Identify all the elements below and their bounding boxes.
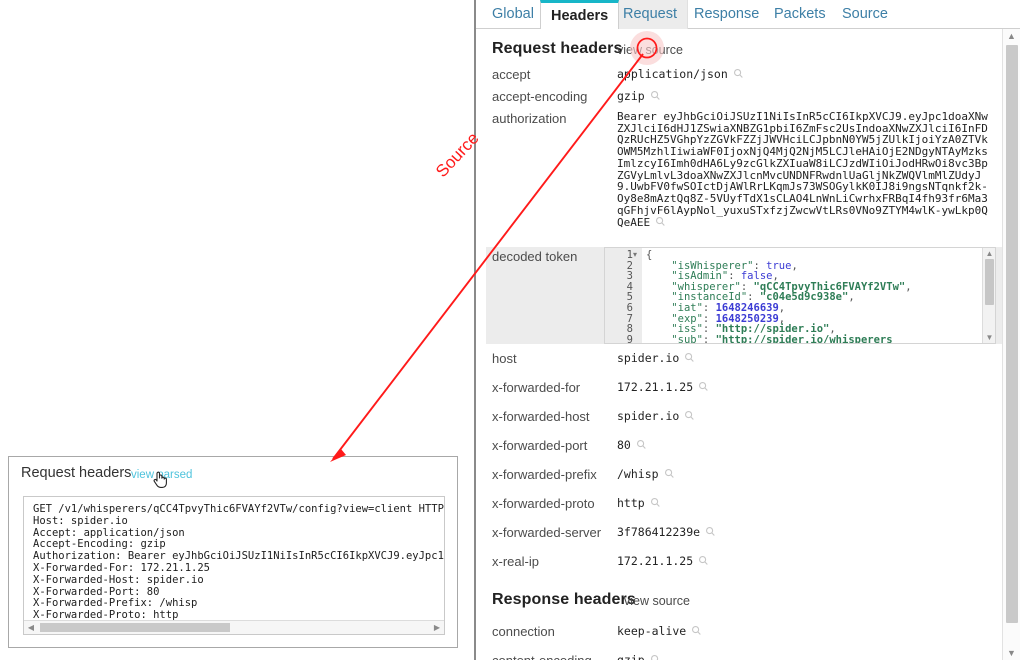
tab-packets[interactable]: Packets [764,0,836,29]
header-key: x-forwarded-prefix [492,467,597,482]
search-icon[interactable] [684,410,695,421]
raw-source-box[interactable]: GET /v1/whisperers/qCC4TpvyThic6FVAYf2VT… [23,496,445,635]
fold-toggle-icon[interactable]: ▾ [633,250,637,261]
json-line-number: 2 [626,259,633,272]
scroll-left-icon[interactable]: ◀ [25,621,37,634]
header-value: spider.io [617,351,695,365]
decoded-token-row: decoded token 123456789 ▾ { "isWhisperer… [476,247,1004,344]
horizontal-scrollbar[interactable]: ◀ ▶ [24,620,444,634]
scroll-down-icon[interactable]: ▼ [985,333,994,342]
header-value: spider.io [617,409,695,423]
header-value: 80 [617,438,647,452]
header-value: gzip [617,89,661,103]
header-value: http [617,496,661,510]
search-icon[interactable] [650,497,661,508]
json-scrollbar[interactable]: ▲ ▼ [982,248,995,343]
tab-response[interactable]: Response [684,0,769,29]
tab-global[interactable]: Global [482,0,544,29]
scroll-up-icon[interactable]: ▲ [985,249,994,258]
header-key: accept [492,67,531,82]
search-icon[interactable] [684,352,695,363]
json-line-number: 5 [626,291,633,304]
header-key: host [492,351,517,366]
header-key: x-forwarded-port [492,438,588,453]
header-key: content-encoding [492,653,592,660]
table-row: connection keep-alive [476,624,1004,645]
table-row: content-encoding gzip [476,653,1004,660]
json-line-number: 7 [626,312,633,325]
header-key: x-forwarded-server [492,525,602,540]
header-key: x-forwarded-host [492,409,590,424]
search-icon[interactable] [705,526,716,537]
raw-source-popup: Request headers view parsed GET /v1/whis… [8,456,458,648]
search-icon[interactable] [733,68,744,79]
search-icon[interactable] [655,216,666,227]
hand-cursor-icon [153,471,167,488]
table-row: x-forwarded-proto http [476,496,1004,517]
scroll-down-icon[interactable]: ▼ [1003,646,1020,660]
json-viewer[interactable]: 123456789 ▾ { "isWhisperer": true, "isAd… [604,247,996,344]
header-value: 172.21.1.25 [617,554,709,568]
json-line-number: 4 [626,280,633,293]
json-line-numbers: 123456789 [605,248,642,343]
table-row: x-forwarded-for 172.21.1.25 [476,380,1004,401]
header-value: application/json [617,67,744,81]
header-value: 3f786412239e [617,525,716,539]
table-row: accept application/json [476,67,1004,88]
search-icon[interactable] [650,90,661,101]
tab-bar: Global Headers Request Response Packets … [476,0,1020,29]
popup-title: Request headers [21,465,132,481]
header-key: accept-encoding [492,89,588,104]
response-view-source-link[interactable]: view source [624,594,690,608]
scroll-right-icon[interactable]: ▶ [431,621,443,634]
header-key: authorization [492,111,567,126]
authorization-value: Bearer eyJhbGciOiJSUzI1NiIsInR5cCI6IkpXV… [617,110,988,230]
json-code: { "isWhisperer": true, "isAdmin": false,… [646,250,981,344]
headers-content: Request headers view source accept appli… [476,29,1004,660]
table-row: x-forwarded-port 80 [476,438,1004,459]
header-value: keep-alive [617,624,702,638]
table-row: x-forwarded-prefix /whisp [476,467,1004,488]
tab-request[interactable]: Request [612,0,689,29]
search-icon[interactable] [650,654,661,660]
request-headers-title: Request headers [492,40,623,57]
search-icon[interactable] [691,625,702,636]
header-key: connection [492,624,555,639]
json-line-number: 6 [626,301,633,314]
header-value: gzip [617,653,661,660]
json-line-number: 8 [626,323,633,336]
tab-source[interactable]: Source [832,0,898,29]
json-scroll-thumb[interactable] [985,259,994,305]
search-icon[interactable] [636,439,647,450]
header-value: /whisp [617,467,675,481]
json-line-number: 3 [626,270,633,283]
search-icon[interactable] [698,381,709,392]
headers-panel: Global Headers Request Response Packets … [474,0,1020,660]
search-icon[interactable] [664,468,675,479]
header-key: x-real-ip [492,554,539,569]
hscroll-thumb[interactable] [40,623,230,632]
raw-source-text: GET /v1/whisperers/qCC4TpvyThic6FVAYf2VT… [33,503,445,634]
search-icon[interactable] [698,555,709,566]
scroll-up-icon[interactable]: ▲ [1003,29,1020,43]
decoded-token-label: decoded token [492,249,578,264]
json-line-number: 9 [626,333,633,344]
table-row: x-real-ip 172.21.1.25 [476,554,1004,575]
header-value: 172.21.1.25 [617,380,709,394]
table-row: host spider.io [476,351,1004,372]
header-key: x-forwarded-for [492,380,581,395]
panel-scrollbar[interactable]: ▲ ▼ [1002,29,1020,660]
table-row: accept-encoding gzip [476,89,1004,110]
request-view-source-link[interactable]: view source [617,43,683,57]
tab-headers[interactable]: Headers [540,0,620,29]
table-row: x-forwarded-host spider.io [476,409,1004,430]
json-line: "sub": "http://spider.io/whisperers [671,333,893,344]
response-headers-title: Response headers [492,591,636,608]
header-key: x-forwarded-proto [492,496,595,511]
scroll-thumb[interactable] [1006,45,1018,623]
table-row: x-forwarded-server 3f786412239e [476,525,1004,546]
